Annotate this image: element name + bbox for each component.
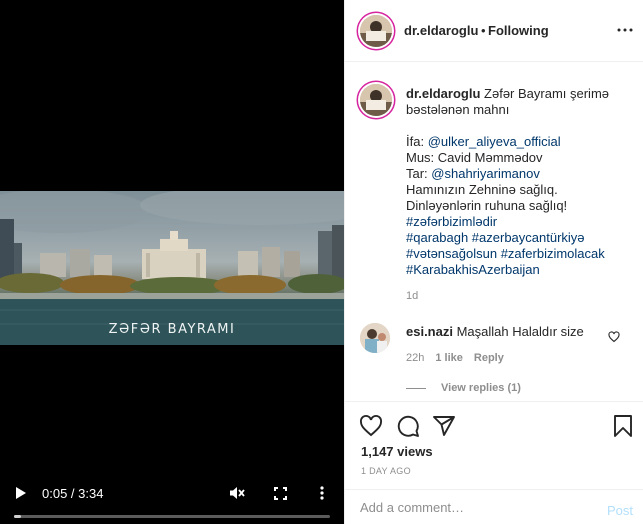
post-date[interactable]: 1 DAY AGO — [361, 466, 411, 476]
ifa-prefix: İfa: — [406, 134, 428, 149]
more-horizontal-icon[interactable] — [617, 22, 633, 38]
hashtag-link[interactable]: #zəfərbizimlədir — [406, 214, 634, 230]
add-comment-bar: Post — [345, 489, 643, 524]
progress-fill — [14, 515, 22, 518]
view-replies-button[interactable]: View replies (1) — [406, 382, 521, 394]
post-caption: dr.eldaroglu Zəfər Bayramı şerimə bəstəl… — [406, 86, 634, 278]
comment-icon[interactable] — [396, 414, 420, 438]
comment-age[interactable]: 22h — [406, 352, 424, 364]
more-vertical-icon[interactable] — [312, 482, 332, 504]
hashtag-link[interactable]: #zaferbizimolacak — [501, 246, 605, 261]
caption-second-line: bəstələnən mahnı — [406, 102, 510, 117]
wish-line: Dinləyənlərin ruhuna sağlıq! — [406, 198, 568, 213]
mention-link[interactable]: @ulker_aliyeva_official — [428, 134, 561, 149]
avatar[interactable] — [360, 15, 392, 47]
comment-likes[interactable]: 1 like — [435, 352, 463, 364]
comment-heart-icon[interactable] — [608, 331, 620, 343]
comments-section[interactable]: dr.eldaroglu Zəfər Bayramı şerimə bəstəl… — [345, 63, 643, 401]
wish-line: Hamınızın Zehninə sağlıq. — [406, 182, 558, 197]
separator-dot: • — [481, 23, 486, 38]
replies-divider — [406, 387, 426, 389]
post-header: dr.eldaroglu • Following — [345, 0, 643, 62]
fullscreen-icon[interactable] — [269, 482, 291, 504]
following-button[interactable]: Following — [488, 23, 549, 38]
hashtag-link[interactable]: #KarabakhisAzerbaijan — [406, 262, 634, 278]
caption-first-line: Zəfər Bayramı şerimə — [484, 86, 610, 101]
avatar[interactable] — [360, 323, 390, 353]
caption-username[interactable]: dr.eldaroglu — [406, 86, 480, 101]
play-icon[interactable] — [10, 482, 32, 504]
hashtag-link[interactable]: #azerbaycantürkiyə — [472, 230, 585, 245]
comment-meta: 22h 1 like Reply — [406, 352, 515, 364]
share-icon[interactable] — [432, 414, 456, 438]
video-time: 0:05 / 3:34 — [42, 486, 104, 501]
avatar[interactable] — [360, 84, 392, 116]
views-count[interactable]: 1,147 views — [361, 444, 433, 459]
reply-button[interactable]: Reply — [474, 352, 504, 364]
video-player[interactable]: ZƏFƏR BAYRAMI 0:05 / 3:34 — [0, 0, 344, 524]
post-button[interactable]: Post — [607, 503, 633, 518]
header-username[interactable]: dr.eldaroglu — [404, 23, 478, 38]
comment-username[interactable]: esi.nazi — [406, 324, 453, 339]
comment-text: Maşallah Halaldır size — [456, 324, 584, 339]
comment-input[interactable] — [360, 500, 590, 515]
view-replies-label[interactable]: View replies (1) — [441, 382, 521, 394]
heart-icon[interactable] — [359, 414, 383, 438]
volume-muted-icon[interactable] — [225, 482, 249, 504]
comment: esi.nazi Maşallah Halaldır size — [406, 324, 584, 339]
mus-line: Mus: Cavid Məmmədov — [406, 150, 543, 165]
hashtag-link[interactable]: #qarabagh — [406, 230, 468, 245]
caption-age[interactable]: 1d — [406, 290, 418, 302]
video-overlay-caption: ZƏFƏR BAYRAMI — [108, 322, 236, 337]
post-side-panel: dr.eldaroglu • Following dr.eldaroglu Zə… — [344, 0, 643, 524]
progress-bar[interactable] — [14, 515, 330, 518]
video-controls: 0:05 / 3:34 — [0, 478, 344, 524]
tar-prefix: Tar: — [406, 166, 432, 181]
mention-link[interactable]: @shahriyarimanov — [431, 166, 540, 181]
bookmark-icon[interactable] — [611, 414, 635, 438]
post-actions: 1,147 views 1 DAY AGO — [345, 401, 643, 489]
hashtag-link[interactable]: #vətənsağolsun — [406, 246, 497, 261]
